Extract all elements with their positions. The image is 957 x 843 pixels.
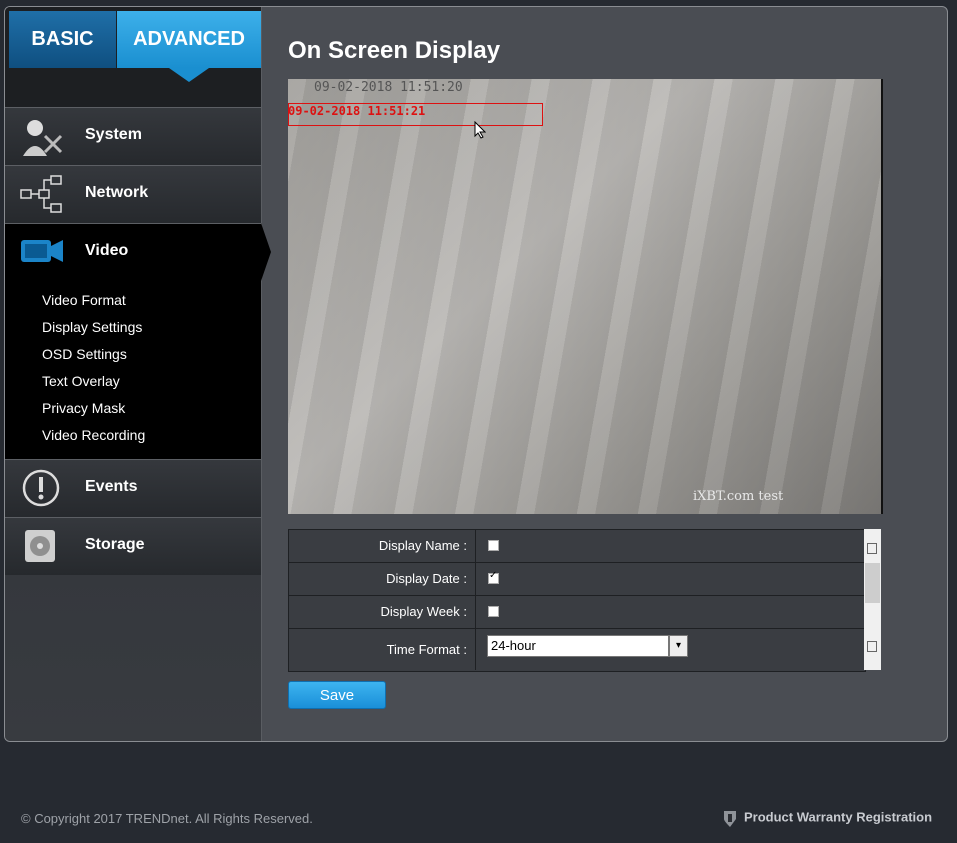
tab-basic[interactable]: BASIC [9,11,116,68]
nav-system-label: System [85,126,142,143]
display-week-label: Display Week : [289,596,476,628]
osd-settings-form: Display Name : Display Date : Display We… [288,529,866,672]
nav-events[interactable]: Events [5,459,261,517]
row-display-date: Display Date : [289,563,865,596]
video-camera-icon[interactable] [19,236,65,266]
mouse-cursor-icon [474,121,486,139]
camera-preview[interactable]: 09-02-2018 11:51:20 09-02-2018 11:51:21 … [288,79,883,514]
display-name-label: Display Name : [289,530,476,562]
mode-tabs: BASIC ADVANCED [5,7,261,107]
nav-video-section: Video Video Format Display Settings OSD … [5,223,261,460]
copyright-text: © Copyright 2017 TRENDnet. All Rights Re… [21,811,313,826]
active-tab-pointer [169,68,209,82]
subnav-privacy-mask[interactable]: Privacy Mask [42,400,125,416]
row-display-week: Display Week : [289,596,865,629]
subnav-video-format[interactable]: Video Format [42,292,126,308]
nav-events-label: Events [85,478,138,495]
display-name-checkbox[interactable] [488,540,499,551]
subnav-video-recording[interactable]: Video Recording [42,427,145,443]
subnav-display-settings[interactable]: Display Settings [42,319,142,335]
row-time-format: Time Format : 24-hour ▾ [289,629,865,670]
tab-advanced[interactable]: ADVANCED [117,11,261,68]
nav-storage-label: Storage [85,536,145,553]
system-admin-icon [23,120,63,156]
nav-video-label[interactable]: Video [85,242,128,260]
trendnet-logo-icon [724,811,736,827]
nav-network[interactable]: Network [5,165,261,223]
warranty-link[interactable]: Product Warranty Registration [722,809,932,827]
nav-system[interactable]: System [5,107,261,165]
events-alert-icon [22,469,60,507]
warranty-label[interactable]: Product Warranty Registration [744,809,932,824]
nav-storage[interactable]: Storage [5,517,261,575]
subnav-osd-settings[interactable]: OSD Settings [42,346,127,362]
subnav-text-overlay[interactable]: Text Overlay [42,373,120,389]
time-format-label: Time Format : [289,629,476,670]
storage-disk-icon [25,530,55,562]
chevron-down-icon[interactable]: ▾ [669,635,688,657]
scroll-thumb[interactable] [865,563,880,603]
save-button[interactable]: Save [288,681,386,709]
page-title: On Screen Display [288,37,501,64]
sidebar: BASIC ADVANCED System Network Video Vide… [5,7,262,741]
row-display-name: Display Name : [289,530,865,563]
display-date-checkbox[interactable] [488,570,499,584]
main-frame: BASIC ADVANCED System Network Video Vide… [4,6,948,742]
network-icon [20,175,62,213]
nav-network-label: Network [85,184,149,201]
active-nav-pointer [261,223,271,281]
scroll-down-button[interactable] [867,641,877,652]
time-format-select[interactable]: 24-hour [487,635,669,657]
form-scrollbar[interactable] [864,529,881,670]
scroll-up-button[interactable] [867,543,877,554]
preview-timestamp: 09-02-2018 11:51:20 [314,80,463,95]
preview-watermark: iXBT.com test [693,489,784,504]
display-date-label: Display Date : [289,563,476,595]
display-week-checkbox[interactable] [488,606,499,617]
osd-date-text: 09-02-2018 11:51:21 [288,104,426,118]
